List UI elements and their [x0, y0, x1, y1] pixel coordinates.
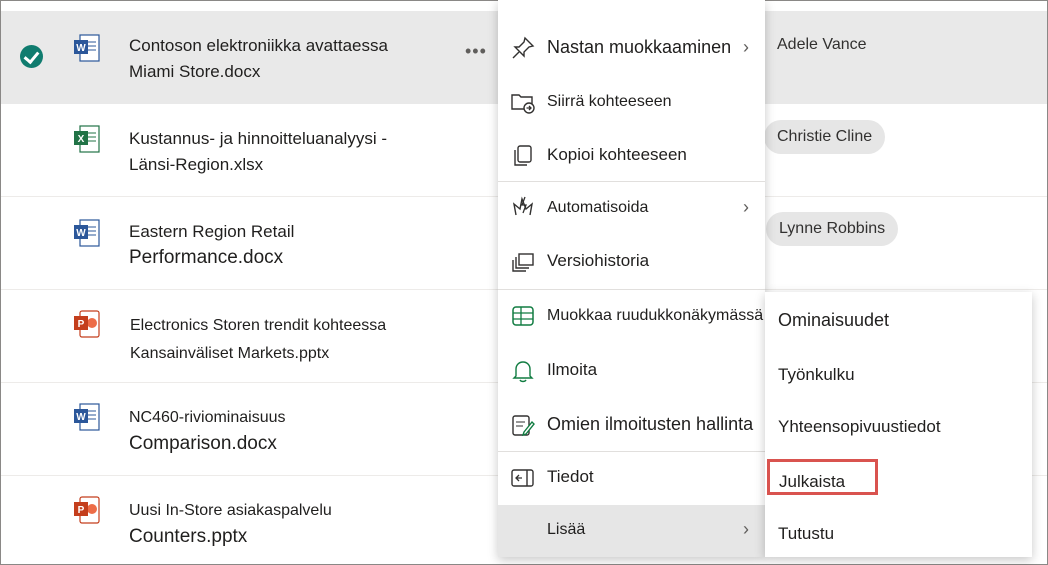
menu-item-alert[interactable]: Ilmoita [498, 346, 765, 398]
svg-text:X: X [78, 134, 85, 145]
powerpoint-file-icon: P [74, 310, 100, 338]
file-name[interactable]: Electronics Storen trendit kohteessa Kans… [130, 312, 386, 368]
excel-file-icon: X [74, 125, 100, 153]
grid-icon [512, 306, 534, 326]
menu-item-details[interactable]: Tiedot [498, 453, 765, 505]
modified-by-pill: Lynne Robbins [766, 212, 899, 246]
menu-item-pin[interactable]: Nastan muokkaaminen › [498, 23, 765, 75]
menu-item-manage-alerts[interactable]: Omien ilmoitusten hallinta [498, 400, 765, 452]
submenu-item-compliance[interactable]: Yhteensopivuustiedot [778, 417, 941, 437]
svg-text:P: P [78, 319, 85, 330]
svg-text:P: P [78, 505, 85, 516]
selected-check-icon[interactable] [20, 45, 43, 68]
submenu-item-properties[interactable]: Ominaisuudet [778, 310, 889, 331]
menu-item-move-to[interactable]: Siirrä kohteeseen [498, 77, 765, 129]
word-file-icon: W [74, 219, 100, 247]
modified-by: Adele Vance [777, 36, 867, 53]
modified-by-pill: Christie Cline [764, 120, 886, 154]
copy-icon [514, 145, 532, 166]
menu-item-version-history[interactable]: Versiohistoria [498, 235, 765, 287]
menu-item-more[interactable]: Lisää › [498, 505, 765, 557]
word-file-icon: W [74, 34, 100, 62]
menu-item-automate[interactable]: Automatisoida › [498, 183, 765, 235]
file-name[interactable]: Uusi In-Store asiakaspalvelu Counters.ppt… [129, 498, 332, 550]
svg-text:W: W [76, 412, 86, 423]
manage-alerts-icon [512, 415, 535, 437]
svg-text:W: W [76, 228, 86, 239]
submenu-item-explore[interactable]: Tutustu [778, 524, 834, 544]
menu-divider [498, 289, 765, 290]
file-name[interactable]: Eastern Region Retail Performance.docx [129, 219, 294, 271]
chevron-right-icon: › [743, 519, 749, 539]
submenu-item-workflow[interactable]: Työnkulku [778, 365, 855, 385]
chevron-right-icon: › [743, 37, 749, 57]
more-submenu: Ominaisuudet Työnkulku Yhteensopivuustie… [765, 292, 1032, 557]
powerpoint-file-icon: P [74, 496, 100, 524]
version-history-icon [512, 253, 534, 272]
file-name[interactable]: NC460-riviominaisuus Comparison.docx [129, 405, 286, 457]
menu-divider [498, 451, 765, 452]
info-panel-icon [511, 469, 534, 487]
pin-icon [512, 36, 535, 59]
automate-icon [512, 196, 534, 216]
file-name[interactable]: Contoson elektroniikka avattaessa Miami S… [129, 33, 388, 85]
word-file-icon: W [74, 403, 100, 431]
svg-text:W: W [76, 43, 86, 54]
context-menu: Nastan muokkaaminen › Siirrä kohteeseen … [498, 0, 765, 557]
chevron-right-icon: › [743, 197, 749, 217]
menu-item-grid-edit[interactable]: Muokkaa ruudukkonäkymässä [498, 291, 765, 343]
menu-divider [498, 181, 765, 182]
file-name[interactable]: Kustannus- ja hinnoitteluanalyysi - Länsi… [129, 126, 387, 178]
bell-icon [512, 361, 534, 383]
menu-item-copy-to[interactable]: Kopioi kohteeseen [498, 131, 765, 183]
publish-highlight-box [767, 459, 878, 495]
move-folder-icon [511, 94, 535, 114]
more-actions-icon[interactable]: ••• [465, 41, 487, 62]
